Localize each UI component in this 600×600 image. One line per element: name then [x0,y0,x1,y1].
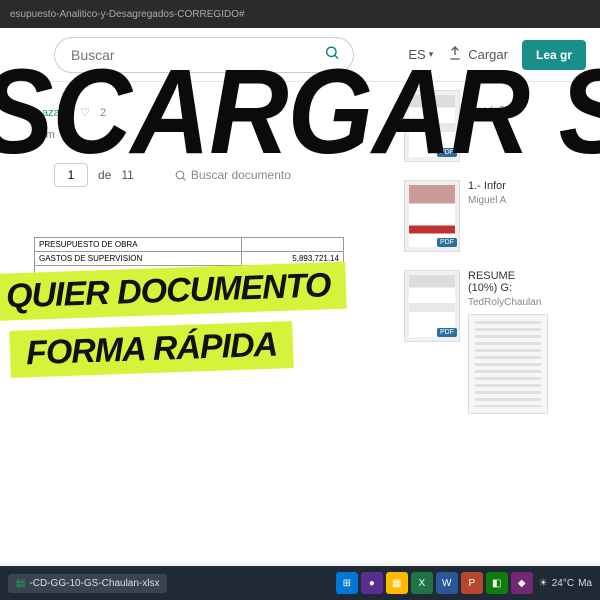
taskbar-app-icon[interactable]: ● [361,572,383,594]
doc-search-label: Buscar documento [191,168,291,182]
heart-icon: ♡ [80,106,90,119]
related-doc-item[interactable]: RESUME (10%) G: TedRolyChaulan [404,270,594,414]
url-fragment: esupuesto-Analitico-y-Desagregados-CORRE… [10,9,245,20]
table-cell: 5,893,721.14 [241,252,343,266]
table-cell [241,266,343,280]
main-content: aza V ♡ 2 rm de 11 Buscar documento PRES… [0,82,600,562]
search-input[interactable] [54,37,354,73]
taskbar-app-icon[interactable]: P [461,572,483,594]
page-total: 11 [121,168,133,182]
related-docs-sidebar: G amado20 1.- Infor Miguel A RESUME (10%… [404,82,594,432]
windows-taskbar: ▤ -CD-GG-10-GS-Chaulan-xlsx ⊞ ● ▦ X W P … [0,566,600,600]
doc-thumbnail [404,90,460,162]
table-cell [241,238,343,252]
page-input[interactable] [54,163,88,187]
table-cell: GASTOS DE SUPERVISION [35,252,242,266]
doc-thumbnail [404,270,460,342]
document-page-preview[interactable]: PRESUPUESTO DE OBRA GASTOS DE SUPERVISIO… [34,237,344,280]
language-selector[interactable]: ES ▾ [408,47,433,62]
doc-search-button[interactable]: Buscar documento [174,168,291,182]
doc-description: rm [42,129,302,141]
taskbar-app-icon[interactable]: ▦ [386,572,408,594]
taskbar-app-icon[interactable]: X [411,572,433,594]
download-filename: -CD-GG-10-GS-Chaulan-xlsx [29,578,159,589]
weather-widget[interactable]: ☀ 24°C Ma [539,578,592,589]
taskbar-app-icon[interactable]: ⊞ [336,572,358,594]
doc-thumbnail-large [468,314,548,414]
chevron-down-icon: ▾ [429,49,434,60]
search-container [54,37,354,73]
related-doc-item[interactable]: 1.- Infor Miguel A [404,180,594,252]
weather-condition: Ma [578,578,592,589]
search-icon[interactable] [324,44,340,65]
table-cell: PRESUPUESTO DE OBRA [35,238,242,252]
related-doc-item[interactable]: G amado20 [404,90,594,162]
trial-cta-button[interactable]: Lea gr [522,40,586,70]
language-label: ES [408,47,425,62]
upload-button[interactable]: Cargar [447,45,508,64]
related-title: 1.- Infor [468,180,506,192]
excel-file-icon: ▤ [16,578,25,589]
browser-tab-bar: esupuesto-Analitico-y-Desagregados-CORRE… [0,0,600,28]
budget-table: PRESUPUESTO DE OBRA GASTOS DE SUPERVISIO… [34,237,344,280]
related-author: amado20 [468,105,510,116]
author-link[interactable]: aza V [42,107,70,119]
upload-label: Cargar [468,47,508,62]
cta-label: Lea gr [536,48,572,62]
taskbar-app-icon[interactable]: ◆ [511,572,533,594]
related-author: Miguel A [468,195,506,206]
table-cell [35,266,242,280]
related-subtitle: (10%) G: [468,282,548,294]
taskbar-app-icon[interactable]: W [436,572,458,594]
weather-icon: ☀ [539,578,548,589]
download-chip[interactable]: ▤ -CD-GG-10-GS-Chaulan-xlsx [8,574,167,593]
related-title: RESUME [468,270,548,282]
upload-icon [447,45,463,64]
doc-thumbnail [404,180,460,252]
page-sep: de [98,168,111,182]
related-author: TedRolyChaulan [468,297,548,308]
weather-temp: 24°C [552,578,574,589]
related-title: G [468,90,510,102]
views-count: 2 [100,107,106,119]
taskbar-app-icons: ⊞ ● ▦ X W P ◧ ◆ [336,572,533,594]
taskbar-app-icon[interactable]: ◧ [486,572,508,594]
site-header: ES ▾ Cargar Lea gr [0,28,600,82]
